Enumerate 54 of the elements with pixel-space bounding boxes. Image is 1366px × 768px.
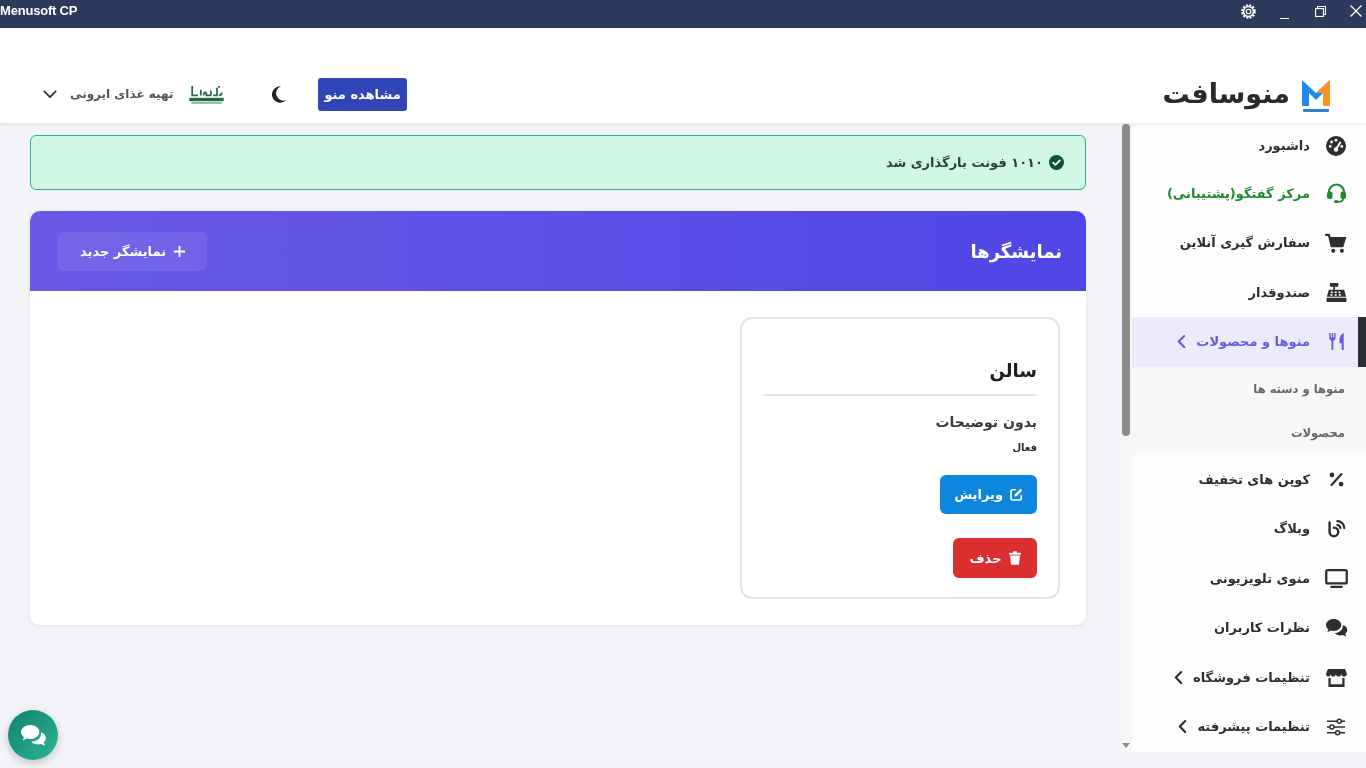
- moon-icon[interactable]: [271, 85, 287, 103]
- monitor-icon: [1324, 568, 1348, 588]
- edit-button[interactable]: ویرایش: [940, 475, 1037, 514]
- sidebar-subitem[interactable]: محصولات: [1132, 410, 1366, 455]
- alert-message: ۱۰۱۰ فونت بارگذاری شد: [885, 155, 1043, 170]
- card-status: فعال: [1012, 442, 1037, 454]
- chat-bubbles-icon: [20, 724, 46, 746]
- sidebar-item[interactable]: داشبورد: [1132, 123, 1366, 169]
- restaurant-logo-icon: [189, 83, 225, 105]
- edit-icon: [1010, 488, 1023, 501]
- cash-register-icon: [1325, 282, 1347, 302]
- headset-icon: [1326, 183, 1346, 204]
- percent-icon: [1328, 471, 1344, 487]
- view-menu-button[interactable]: مشاهده منو: [318, 77, 407, 111]
- sidebar-item[interactable]: نظرات کاربران: [1132, 603, 1366, 653]
- cart-icon: [1325, 232, 1347, 253]
- sidebar-item[interactable]: مرکز گفتگو(پشتیبانی): [1132, 168, 1366, 218]
- sidebar-item[interactable]: منوها و محصولات: [1132, 317, 1366, 367]
- minimize-icon: [1279, 17, 1289, 19]
- sidebar-item[interactable]: کوپن های تخفیف: [1132, 454, 1366, 504]
- blog-icon: [1326, 519, 1346, 539]
- sidebar-item[interactable]: صندوقدار: [1132, 267, 1366, 317]
- panel-title: نمایشگرها: [970, 240, 1062, 262]
- window-title: Menusoft CP: [0, 2, 78, 18]
- store-icon: [1325, 667, 1347, 687]
- sidebar-item[interactable]: تنظیمات پیشرفته: [1132, 702, 1366, 752]
- sidebar-item[interactable]: سفارش گیری آنلاین: [1132, 218, 1366, 268]
- sidebar-item[interactable]: تنظیمات فروشگاه: [1132, 652, 1366, 702]
- sidebar-subitem[interactable]: منوها و دسته ها: [1132, 366, 1366, 411]
- gauge-icon: [1326, 135, 1346, 156]
- card-description: بدون توضیحات: [935, 414, 1037, 431]
- chevron-left-icon: [1178, 719, 1188, 735]
- sidebar-item[interactable]: وبلاگ: [1132, 504, 1366, 554]
- brand-name: منوسافت: [1162, 77, 1290, 111]
- scrollbar-thumb[interactable]: [1122, 124, 1130, 436]
- fork-knife-icon: [1327, 332, 1345, 352]
- chevron-left-icon: [1177, 334, 1187, 350]
- delete-button[interactable]: حذف: [953, 538, 1037, 578]
- chat-button[interactable]: [8, 710, 58, 760]
- card-title: سالن: [989, 360, 1037, 382]
- close-icon: [1350, 5, 1362, 17]
- chevron-down-icon: [43, 89, 57, 99]
- plus-icon: [174, 245, 186, 257]
- sidebar-item[interactable]: منوی تلویزیونی: [1132, 553, 1366, 603]
- restaurant-selector[interactable]: تهیه غذای ایرونی: [43, 87, 174, 101]
- chevron-left-icon: [1174, 669, 1184, 685]
- new-display-button[interactable]: نمایشگر جدید: [58, 231, 208, 271]
- scroll-down-arrow-icon[interactable]: [1122, 742, 1130, 748]
- restore-icon: [1314, 5, 1326, 17]
- trash-icon: [1008, 551, 1021, 565]
- sliders-icon: [1326, 717, 1346, 736]
- chat-bubbles-icon: [1324, 618, 1348, 638]
- check-circle-icon: [1049, 155, 1064, 170]
- settings-icon: [1240, 3, 1256, 19]
